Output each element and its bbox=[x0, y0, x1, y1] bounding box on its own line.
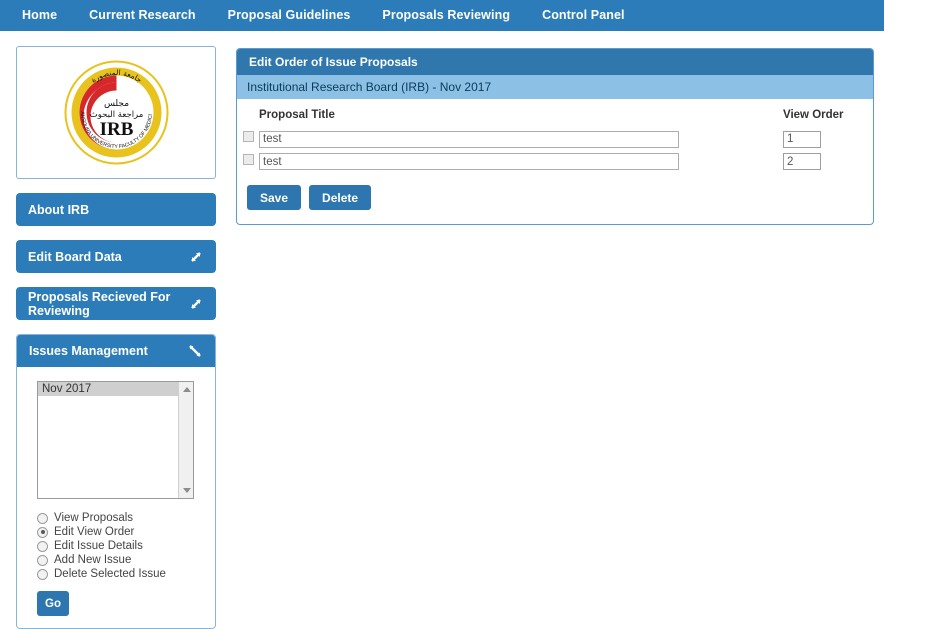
sidebar-item-label: Edit Board Data bbox=[28, 249, 122, 264]
collapse-arrows-icon[interactable] bbox=[187, 343, 203, 359]
proposal-title-input[interactable] bbox=[259, 153, 679, 170]
radio-label: View Proposals bbox=[54, 512, 134, 524]
top-navbar: Home Current Research Proposal Guidelines P… bbox=[0, 0, 884, 31]
table-header-row: Proposal Title View Order bbox=[237, 109, 873, 127]
col-view-order: View Order bbox=[783, 109, 844, 121]
view-order-input[interactable] bbox=[783, 130, 821, 148]
radio-label: Add New Issue bbox=[54, 554, 132, 566]
radio-edit-view-order[interactable]: Edit View Order bbox=[37, 525, 203, 539]
save-button[interactable]: Save bbox=[247, 185, 302, 210]
logo-acronym: IRB bbox=[99, 119, 133, 140]
row-select-cell bbox=[237, 150, 259, 173]
sidebar-item-about-irb[interactable]: About IRB bbox=[16, 193, 216, 226]
go-button[interactable]: Go bbox=[37, 591, 69, 616]
issues-management-title: Issues Management bbox=[29, 344, 148, 358]
issue-listbox[interactable]: Nov 2017 bbox=[37, 381, 194, 499]
table-row bbox=[237, 127, 873, 150]
row-checkbox[interactable] bbox=[242, 131, 254, 143]
panel-body: Proposal Title View Order Save Delete bbox=[237, 99, 873, 224]
issue-listbox-options: Nov 2017 bbox=[38, 382, 193, 396]
col-select bbox=[237, 109, 259, 127]
radio-indicator[interactable] bbox=[37, 554, 48, 566]
row-select-cell bbox=[237, 127, 259, 150]
proposal-title-input[interactable] bbox=[259, 130, 679, 148]
view-order-cell bbox=[783, 127, 873, 150]
table-row bbox=[237, 150, 873, 173]
radio-view-proposals[interactable]: View Proposals bbox=[37, 511, 203, 525]
listbox-option[interactable]: Nov 2017 bbox=[38, 382, 178, 396]
proposals-table: Proposal Title View Order bbox=[237, 109, 873, 172]
issues-management-header[interactable]: Issues Management bbox=[17, 335, 215, 367]
sidebar-item-proposals-recieved-for-reviewing[interactable]: Proposals Recieved For Reviewing bbox=[16, 287, 216, 320]
proposal-title-cell bbox=[259, 127, 783, 150]
radio-label: Edit View Order bbox=[54, 526, 135, 538]
col-proposal-title: Proposal Title bbox=[259, 109, 335, 121]
radio-label: Delete Selected Issue bbox=[54, 568, 166, 580]
radio-indicator[interactable] bbox=[37, 512, 48, 524]
sidebar: مجلس مراجعة البحوث IRB جامعة المنصورة MA… bbox=[16, 46, 216, 629]
view-order-cell bbox=[783, 150, 873, 173]
nav-current-research[interactable]: Current Research bbox=[73, 0, 212, 31]
irb-logo: مجلس مراجعة البحوث IRB جامعة المنصورة MA… bbox=[60, 55, 170, 166]
nav-control-panel[interactable]: Control Panel bbox=[526, 0, 641, 31]
expand-arrows-icon[interactable] bbox=[188, 296, 204, 312]
radio-indicator[interactable] bbox=[37, 540, 48, 552]
nav-proposals-reviewing[interactable]: Proposals Reviewing bbox=[366, 0, 526, 31]
delete-button[interactable]: Delete bbox=[309, 185, 372, 210]
issues-management-body: Nov 2017 View Proposals Edit View Order Ed… bbox=[17, 367, 215, 628]
scroll-up-icon[interactable] bbox=[179, 382, 193, 397]
sidebar-menu: About IRB Edit Board Data Proposals Recie… bbox=[16, 193, 216, 320]
sidebar-item-label: Proposals Recieved For Reviewing bbox=[28, 289, 171, 318]
issues-management-panel: Issues Management Nov 2017 View Proposal… bbox=[16, 334, 216, 629]
expand-arrows-icon[interactable] bbox=[188, 249, 204, 265]
radio-label: Edit Issue Details bbox=[54, 540, 143, 552]
view-order-input[interactable] bbox=[783, 153, 821, 170]
issue-action-radio-group: View Proposals Edit View Order Edit Issue … bbox=[37, 511, 203, 581]
scroll-down-icon[interactable] bbox=[179, 483, 193, 498]
radio-add-new-issue[interactable]: Add New Issue bbox=[37, 553, 203, 567]
listbox-scrollbar[interactable] bbox=[178, 382, 193, 498]
radio-indicator[interactable] bbox=[37, 526, 48, 538]
irb-logo-box: مجلس مراجعة البحوث IRB جامعة المنصورة MA… bbox=[16, 46, 216, 179]
logo-arabic-line1: مجلس bbox=[103, 99, 128, 109]
row-checkbox[interactable] bbox=[242, 153, 254, 165]
radio-edit-issue-details[interactable]: Edit Issue Details bbox=[37, 539, 203, 553]
radio-delete-selected-issue[interactable]: Delete Selected Issue bbox=[37, 567, 203, 581]
sidebar-item-label: About IRB bbox=[28, 202, 90, 217]
proposal-title-cell bbox=[259, 150, 783, 173]
proposals-table-body bbox=[237, 127, 873, 172]
sidebar-item-edit-board-data[interactable]: Edit Board Data bbox=[16, 240, 216, 273]
edit-order-panel: Edit Order of Issue Proposals Institutio… bbox=[236, 48, 874, 225]
action-button-row: Save Delete bbox=[237, 172, 873, 210]
nav-proposal-guidelines[interactable]: Proposal Guidelines bbox=[212, 0, 367, 31]
panel-title: Edit Order of Issue Proposals bbox=[237, 49, 873, 75]
nav-home[interactable]: Home bbox=[6, 0, 73, 31]
radio-indicator[interactable] bbox=[37, 568, 48, 580]
irb-logo-svg: مجلس مراجعة البحوث IRB جامعة المنصورة MA… bbox=[60, 55, 168, 165]
panel-subtitle: Institutional Research Board (IRB) - Nov… bbox=[237, 75, 873, 99]
